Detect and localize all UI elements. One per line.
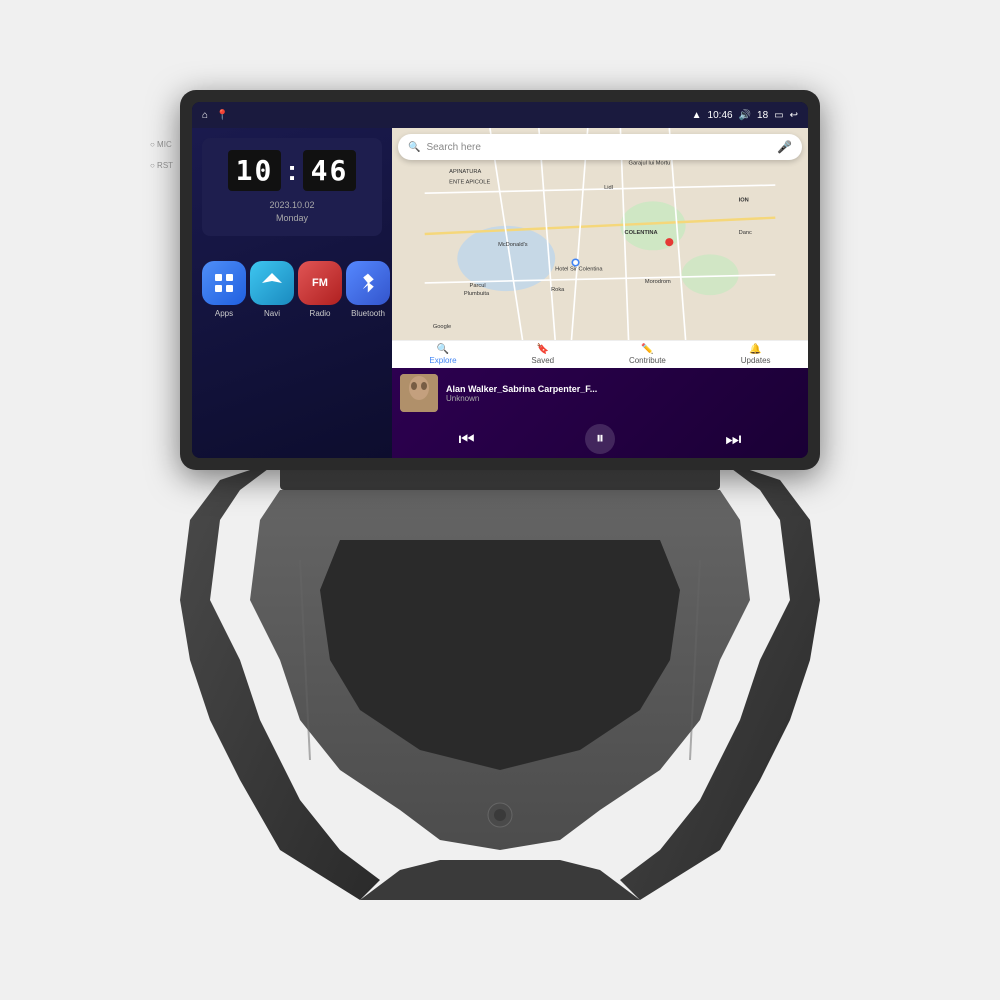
- tab-explore[interactable]: 🔍 Explore: [429, 344, 456, 365]
- rst-label: ○ RST: [150, 161, 173, 170]
- next-button[interactable]: ⏭: [718, 424, 748, 454]
- updates-icon: 🔔: [749, 344, 761, 355]
- music-widget: Alan Walker_Sabrina Carpenter_F... Unkno…: [392, 368, 808, 458]
- search-placeholder: Search here: [426, 142, 480, 153]
- svg-text:Roka: Roka: [551, 287, 565, 293]
- svg-text:APINATURA: APINATURA: [449, 169, 481, 175]
- svg-text:Lidl: Lidl: [604, 185, 613, 191]
- music-thumbnail: [400, 374, 438, 412]
- saved-icon: 🔖: [537, 344, 549, 355]
- tab-contribute[interactable]: ✏️ Contribute: [629, 344, 666, 365]
- explore-icon: 🔍: [437, 344, 449, 355]
- device-container: ○ MIC ○ RST ⌂ 📍 ▲ 10:46 🔊 18 ▭ ↩: [160, 90, 840, 910]
- music-controls: ⏮ ⏸ ⏭: [400, 424, 800, 454]
- back-icon[interactable]: ↩: [790, 110, 798, 121]
- day-display: Monday: [269, 212, 314, 225]
- navi-icon-circle: [250, 261, 294, 305]
- clock-colon: :: [287, 155, 296, 187]
- status-left-icons: ⌂ 📍: [202, 110, 229, 121]
- main-area: 10 : 46 2023.10.02 Monday: [192, 128, 808, 458]
- map-area[interactable]: APINATURA ENTE APICOLE Garajul lui Mortu…: [392, 128, 808, 340]
- svg-text:Garajul lui Mortu: Garajul lui Mortu: [629, 161, 671, 167]
- svg-text:Parcul: Parcul: [470, 283, 486, 289]
- radio-icon-circle: FM: [298, 261, 342, 305]
- mount-bracket: [180, 460, 820, 900]
- wifi-icon: ▲: [692, 110, 702, 121]
- date-display: 2023.10.02: [269, 199, 314, 212]
- updates-label: Updates: [741, 356, 771, 365]
- clock-display: 10 : 46: [228, 150, 357, 191]
- contribute-icon: ✏️: [641, 344, 653, 355]
- music-info: Alan Walker_Sabrina Carpenter_F... Unkno…: [400, 374, 800, 412]
- screen: ⌂ 📍 ▲ 10:46 🔊 18 ▭ ↩: [192, 102, 808, 458]
- clock-hours: 10: [228, 150, 282, 191]
- left-panel: 10 : 46 2023.10.02 Monday: [192, 128, 392, 458]
- app-shortcuts: Apps Navi FM: [202, 244, 382, 326]
- music-artist: Unknown: [446, 394, 800, 403]
- time-display: 10:46: [708, 110, 733, 121]
- search-icon: 🔍: [408, 142, 420, 153]
- apps-label: Apps: [215, 309, 233, 318]
- radio-label: Radio: [310, 309, 331, 318]
- prev-button[interactable]: ⏮: [452, 424, 482, 454]
- right-panel: APINATURA ENTE APICOLE Garajul lui Mortu…: [392, 128, 808, 458]
- svg-text:McDonald's: McDonald's: [498, 242, 528, 248]
- status-right-icons: ▲ 10:46 🔊 18 ▭ ↩: [692, 110, 798, 121]
- svg-text:Plumbuita: Plumbuita: [464, 291, 490, 297]
- music-title: Alan Walker_Sabrina Carpenter_F...: [446, 384, 800, 394]
- app-icon-navi[interactable]: Navi: [250, 261, 294, 318]
- mic-search-icon[interactable]: 🎤: [777, 140, 792, 154]
- map-tabs: 🔍 Explore 🔖 Saved ✏️ Contribute 🔔: [392, 340, 808, 368]
- app-icon-bluetooth[interactable]: Bluetooth: [346, 261, 390, 318]
- svg-text:Morodrom: Morodrom: [645, 279, 671, 285]
- svg-text:Hotel Sir Colentina: Hotel Sir Colentina: [555, 267, 603, 273]
- clock-minutes: 46: [303, 150, 357, 191]
- mic-label: ○ MIC: [150, 140, 173, 149]
- location-icon[interactable]: 📍: [216, 110, 228, 121]
- svg-text:COLENTINA: COLENTINA: [624, 230, 657, 236]
- app-icon-radio[interactable]: FM Radio: [298, 261, 342, 318]
- tab-saved[interactable]: 🔖 Saved: [531, 344, 554, 365]
- status-bar: ⌂ 📍 ▲ 10:46 🔊 18 ▭ ↩: [192, 102, 808, 128]
- bluetooth-label: Bluetooth: [351, 309, 385, 318]
- svg-text:ION: ION: [739, 197, 749, 203]
- radio-unit: ○ MIC ○ RST ⌂ 📍 ▲ 10:46 🔊 18 ▭ ↩: [180, 90, 820, 470]
- svg-text:Danc: Danc: [739, 230, 752, 236]
- bluetooth-icon-circle: [346, 261, 390, 305]
- side-labels: ○ MIC ○ RST: [150, 140, 173, 170]
- window-icon[interactable]: ▭: [774, 110, 783, 121]
- navi-label: Navi: [264, 309, 280, 318]
- explore-label: Explore: [429, 356, 456, 365]
- volume-icon: 🔊: [739, 110, 751, 121]
- contribute-label: Contribute: [629, 356, 666, 365]
- tab-updates[interactable]: 🔔 Updates: [741, 344, 771, 365]
- svg-text:ENTE APICOLE: ENTE APICOLE: [449, 179, 490, 185]
- music-artwork: [400, 374, 438, 412]
- home-icon[interactable]: ⌂: [202, 110, 208, 121]
- apps-icon-circle: [202, 261, 246, 305]
- app-icon-apps[interactable]: Apps: [202, 261, 246, 318]
- saved-label: Saved: [531, 356, 554, 365]
- svg-text:Google: Google: [433, 324, 451, 330]
- music-text: Alan Walker_Sabrina Carpenter_F... Unkno…: [446, 384, 800, 403]
- date-info: 2023.10.02 Monday: [269, 199, 314, 224]
- battery-level: 18: [757, 110, 768, 121]
- map-search-bar[interactable]: 🔍 Search here 🎤: [398, 134, 802, 160]
- play-pause-button[interactable]: ⏸: [585, 424, 615, 454]
- clock-widget: 10 : 46 2023.10.02 Monday: [202, 138, 382, 236]
